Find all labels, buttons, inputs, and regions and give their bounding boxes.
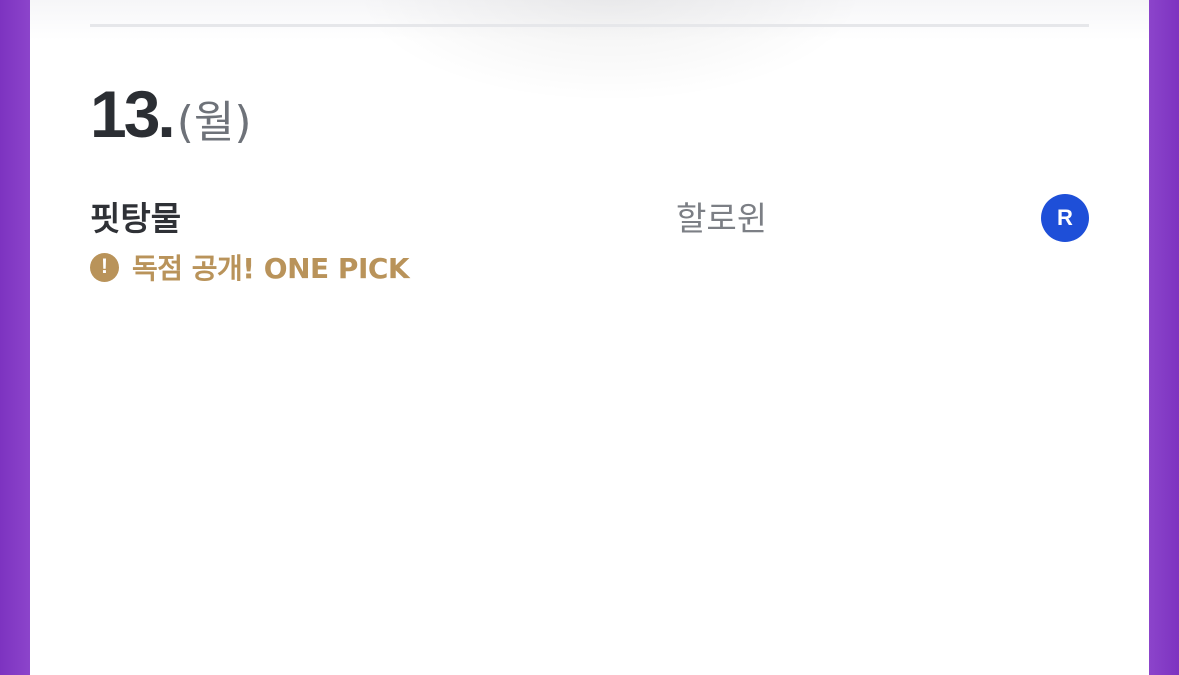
- rating-badge-icon: R: [1041, 194, 1089, 242]
- exclamation-circle-icon: !: [90, 252, 119, 282]
- right-purple-edge: [1149, 0, 1179, 675]
- section-divider: [90, 24, 1089, 27]
- entry-genre: 할로윈: [676, 199, 768, 238]
- date-header: 13. (월): [90, 76, 252, 152]
- schedule-panel: 13. (월) 핏탕물 할로윈 R ! 독점 공개! ONE PICK: [30, 0, 1149, 675]
- top-shadow-glow: [360, 0, 860, 100]
- day-of-week: (월): [176, 97, 252, 148]
- date-number: 13.: [90, 77, 176, 151]
- notice-text: 독점 공개! ONE PICK: [132, 252, 410, 285]
- left-purple-edge: [0, 0, 30, 675]
- exclusive-notice: ! 독점 공개! ONE PICK: [90, 247, 410, 287]
- entry-title[interactable]: 핏탕물: [90, 192, 181, 240]
